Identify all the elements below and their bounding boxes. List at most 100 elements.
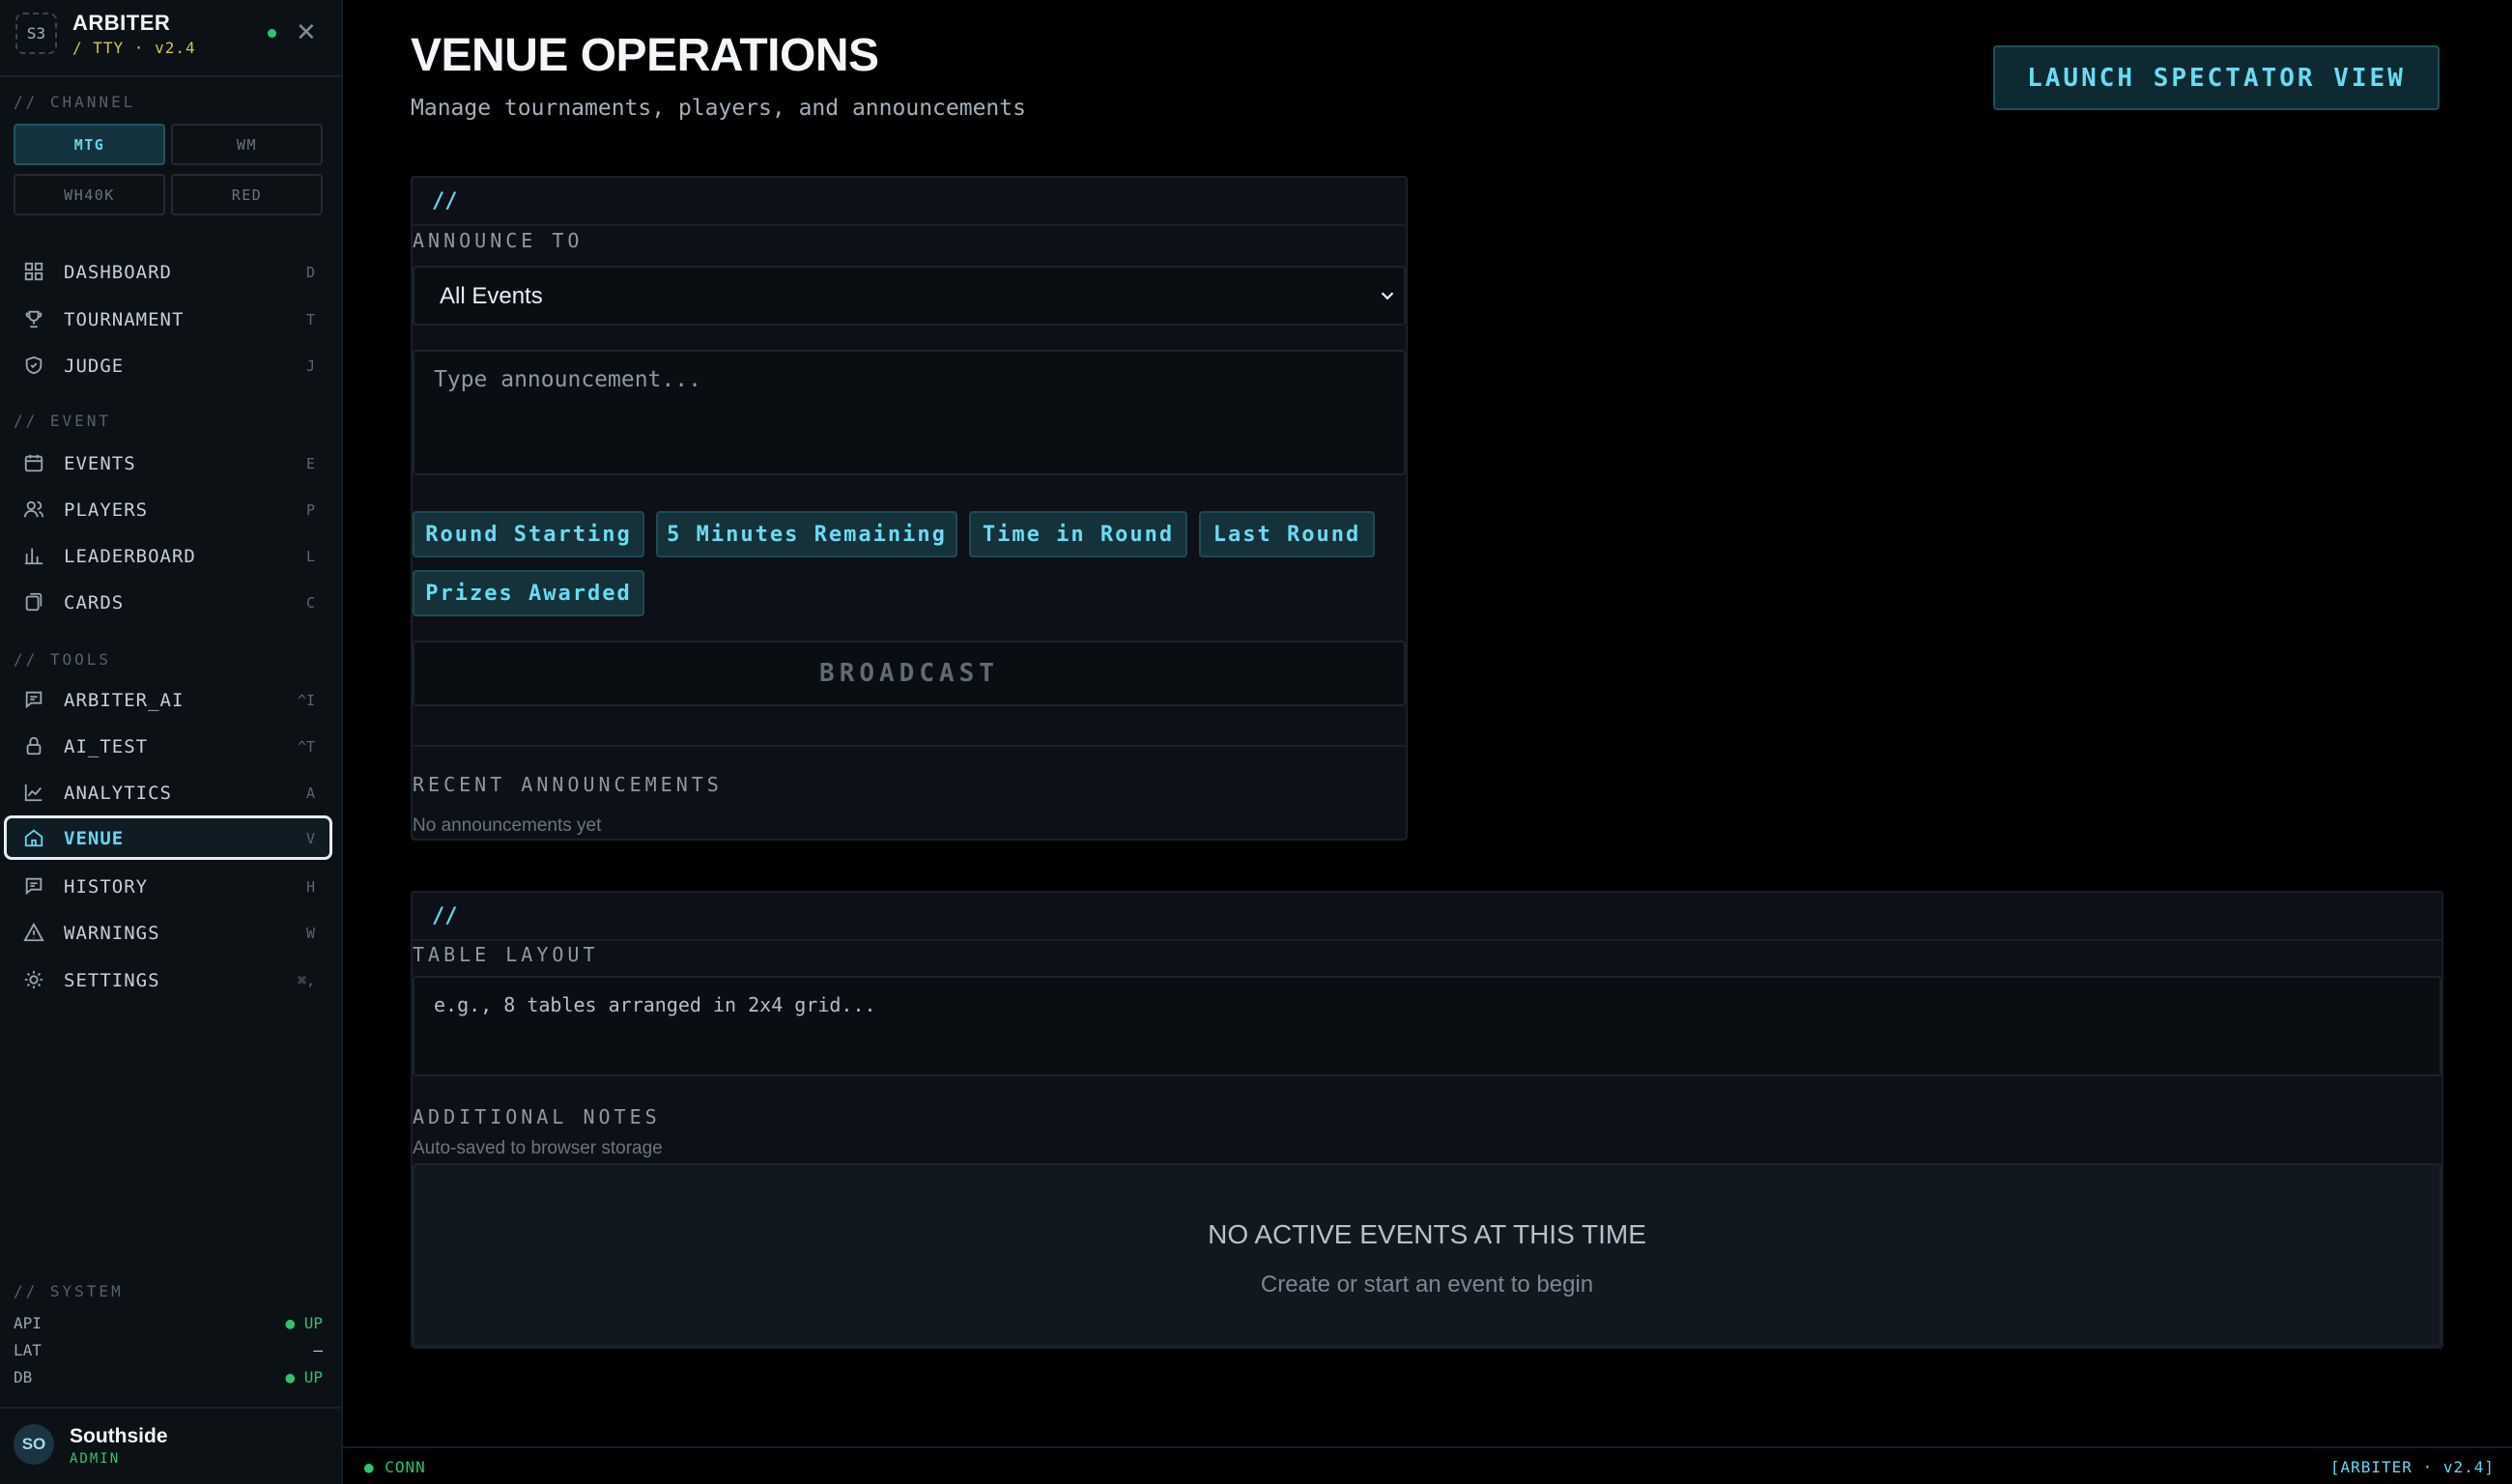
panel-divider — [413, 745, 1406, 747]
nav-label: EVENTS — [64, 453, 136, 474]
nav-shortcut: E — [305, 455, 315, 472]
nav-shortcut: ^I — [297, 692, 315, 709]
status-dot-icon — [268, 29, 276, 38]
panel-slash: // — [432, 189, 458, 214]
bar-chart-icon — [24, 548, 43, 565]
brand-name: ARBITER — [72, 11, 171, 35]
system-row-value: ● UP — [285, 1368, 323, 1386]
users-icon — [23, 500, 44, 518]
channel-wm-button[interactable]: WM — [171, 124, 323, 165]
nav-label: HISTORY — [64, 876, 149, 898]
line-chart-icon — [24, 784, 43, 802]
nav-label: WARNINGS — [64, 923, 160, 944]
nav-item-judge[interactable]: JUDGE J — [4, 343, 332, 387]
nav-shortcut: H — [305, 878, 315, 896]
recent-announcements-label: RECENT ANNOUNCEMENTS — [413, 773, 723, 796]
nav-shortcut: C — [305, 594, 315, 612]
quick-last-round-button[interactable]: Last Round — [1199, 511, 1375, 557]
system-section-label: // SYSTEM — [14, 1282, 124, 1300]
channel-red-button[interactable]: RED — [171, 174, 323, 215]
channel-wh40k-button[interactable]: WH40K — [14, 174, 165, 215]
launch-spectator-view-button[interactable]: LAUNCH SPECTATOR VIEW — [1993, 45, 2440, 110]
quick-5-minutes-button[interactable]: 5 Minutes Remaining — [656, 511, 957, 557]
brand-logo: S3 — [15, 13, 57, 54]
brand-version: / TTY · v2.4 — [72, 39, 196, 57]
announcement-textarea[interactable]: Type announcement... — [413, 350, 1406, 475]
broadcast-button[interactable]: BROADCAST — [413, 641, 1406, 706]
quick-round-starting-button[interactable]: Round Starting — [413, 511, 644, 557]
nav-item-settings[interactable]: SETTINGS ⌘, — [4, 957, 332, 1002]
nav-label: SETTINGS — [64, 970, 160, 991]
nav-item-arbiter-ai[interactable]: ARBITER_AI ^I — [4, 677, 332, 722]
nav-item-events[interactable]: EVENTS E — [4, 441, 332, 485]
system-row-name: API — [14, 1314, 42, 1332]
event-section-label: // EVENT — [14, 412, 112, 430]
nav-shortcut: A — [305, 785, 315, 802]
nav-label: JUDGE — [64, 356, 125, 377]
nav-item-cards[interactable]: CARDS C — [4, 580, 332, 624]
empty-state: NO ACTIVE EVENTS AT THIS TIME Create or … — [413, 1163, 2441, 1347]
nav-shortcut: J — [305, 357, 315, 375]
quick-time-in-round-button[interactable]: Time in Round — [969, 511, 1187, 557]
calendar-icon — [24, 454, 43, 472]
system-row-value: — — [313, 1341, 323, 1359]
panel-header: // — [413, 178, 1406, 226]
system-row-lat: LAT — — [14, 1341, 323, 1359]
chat-icon — [25, 877, 43, 896]
nav-item-tournament[interactable]: TOURNAMENT T — [4, 297, 332, 341]
channel-section-label: // CHANNEL — [14, 93, 136, 111]
nav-item-analytics[interactable]: ANALYTICS A — [4, 770, 332, 814]
announce-target-select[interactable]: All Events — [413, 266, 1406, 326]
connection-status: ● CONN — [364, 1458, 426, 1476]
nav-item-venue[interactable]: VENUE V — [4, 815, 332, 860]
status-bar: ● CONN [ARBITER · v2.4] — [343, 1446, 2512, 1484]
table-layout-textarea[interactable]: e.g., 8 tables arranged in 2x4 grid... — [413, 976, 2441, 1076]
channel-mtg-button[interactable]: MTG — [14, 124, 165, 165]
sidebar: S3 ARBITER / TTY · v2.4 ✕ // CHANNEL MTG… — [0, 0, 343, 1484]
nav-item-players[interactable]: PLAYERS P — [4, 487, 332, 531]
brand-header: S3 ARBITER / TTY · v2.4 ✕ — [0, 0, 341, 77]
gear-icon — [24, 970, 43, 989]
additional-notes-label: ADDITIONAL NOTES — [413, 1105, 661, 1128]
nav-shortcut: L — [305, 548, 315, 565]
nav-item-ai-test[interactable]: AI_TEST ^T — [4, 724, 332, 768]
nav-label: PLAYERS — [64, 499, 149, 521]
dashboard-icon — [24, 262, 43, 281]
nav-label: TOURNAMENT — [64, 309, 185, 330]
version-label: [ARBITER · v2.4] — [2329, 1458, 2495, 1476]
cards-icon — [25, 592, 43, 612]
nav-item-history[interactable]: HISTORY H — [4, 864, 332, 908]
close-icon[interactable]: ✕ — [296, 17, 317, 46]
home-icon — [24, 829, 43, 847]
nav-label: LEADERBOARD — [64, 546, 196, 567]
nav-label: VENUE — [64, 828, 125, 849]
quick-prizes-awarded-button[interactable]: Prizes Awarded — [413, 570, 644, 616]
empty-state-title: NO ACTIVE EVENTS AT THIS TIME — [1208, 1219, 1646, 1249]
system-row-name: DB — [14, 1368, 33, 1386]
user-role: ADMIN — [70, 1451, 121, 1467]
nav-shortcut: D — [305, 264, 315, 281]
page-subtitle: Manage tournaments, players, and announc… — [411, 96, 1026, 121]
chevron-down-icon — [1381, 292, 1394, 300]
page-title: VENUE OPERATIONS — [411, 30, 879, 81]
nav-label: ANALYTICS — [64, 783, 172, 804]
tools-section-label: // TOOLS — [14, 650, 112, 669]
empty-state-subtitle: Create or start an event to begin — [1260, 1271, 1594, 1298]
nav-item-leaderboard[interactable]: LEADERBOARD L — [4, 533, 332, 578]
nav-shortcut: T — [305, 311, 315, 328]
nav-item-dashboard[interactable]: DASHBOARD D — [4, 249, 332, 294]
recent-announcements-empty: No announcements yet — [413, 815, 602, 836]
system-row-value: ● UP — [285, 1314, 323, 1332]
nav-item-warnings[interactable]: WARNINGS W — [4, 910, 332, 955]
nav-shortcut: ⌘, — [297, 972, 315, 989]
additional-notes-hint: Auto-saved to browser storage — [413, 1138, 663, 1158]
nav-shortcut: V — [305, 830, 315, 847]
user-profile[interactable]: SO Southside ADMIN — [0, 1407, 341, 1484]
lock-icon — [26, 736, 42, 756]
user-name: Southside — [70, 1425, 168, 1447]
announce-target-value: All Events — [440, 283, 543, 309]
warning-icon — [23, 922, 44, 942]
nav-shortcut: W — [305, 925, 315, 942]
nav-shortcut: ^T — [297, 738, 315, 756]
nav-label: DASHBOARD — [64, 262, 172, 283]
